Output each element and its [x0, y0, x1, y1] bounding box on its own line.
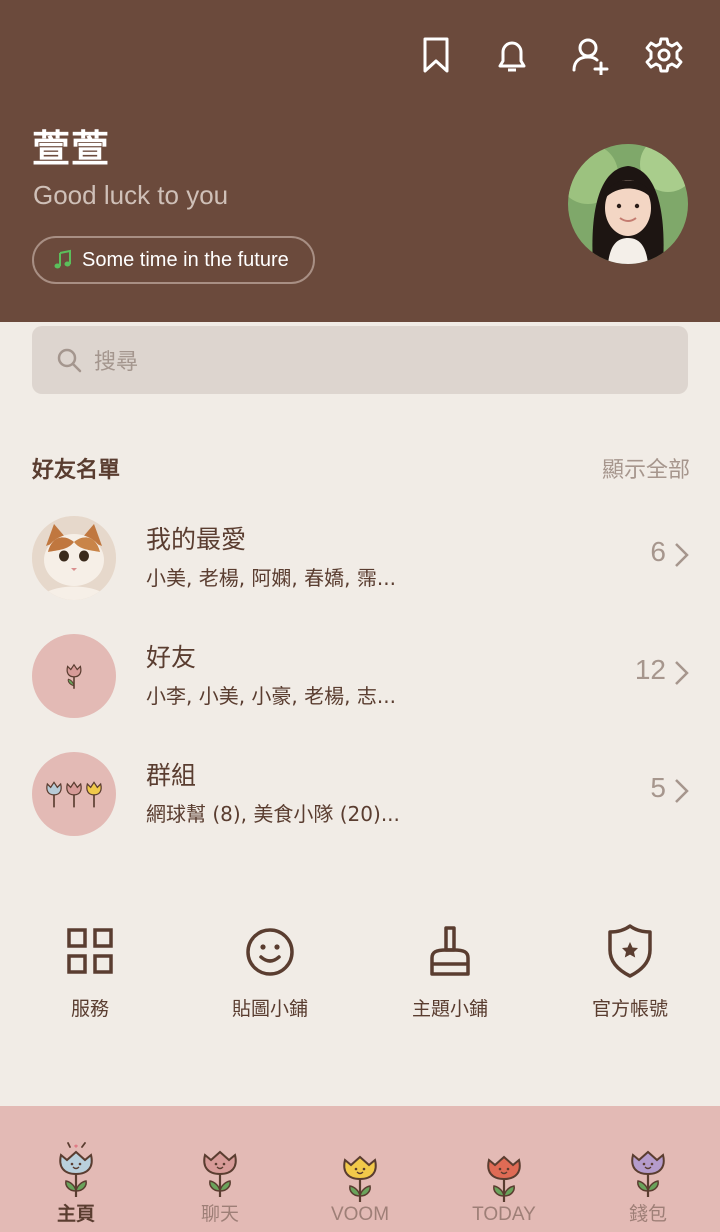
theme-shop-button[interactable]: 主題小鋪: [360, 920, 540, 1040]
quick-menu: 服務 貼圖小鋪 主題小鋪 官方帳號: [0, 920, 720, 1040]
profile-music-button[interactable]: Some time in the future: [32, 236, 315, 284]
tab-today-label: TODAY: [472, 1204, 536, 1225]
chevron-right-icon: [675, 661, 689, 685]
smiley-icon: [246, 928, 294, 976]
chevron-right-icon: [675, 779, 689, 803]
search-bar[interactable]: 搜尋: [32, 326, 688, 394]
row-count: 5: [650, 772, 666, 803]
theme-shop-label: 主題小鋪: [411, 998, 488, 1020]
row-subtitle: 網球幫 (8), 美食小隊 (20)...: [146, 802, 400, 826]
friends-row[interactable]: 好友 小李, 小美, 小豪, 老楊, 志... 12: [0, 626, 720, 726]
music-title: Some time in the future: [82, 248, 289, 271]
friends-section-title: 好友名單: [32, 458, 121, 483]
tulip-purple-icon: [631, 1150, 665, 1197]
tab-wallet-label: 錢包: [628, 1204, 667, 1225]
tab-voom[interactable]: VOOM: [288, 1106, 432, 1232]
tulip-yellow-icon: [343, 1155, 377, 1202]
chevron-right-icon: [675, 543, 689, 567]
row-title: 好友: [146, 643, 197, 672]
shield-star-icon: [608, 924, 652, 978]
tab-home-label: 主頁: [56, 1204, 95, 1225]
tulip-pink-icon: [203, 1150, 237, 1197]
bookmark-icon[interactable]: [414, 33, 458, 77]
music-note-icon: [54, 249, 71, 269]
settings-icon[interactable]: [642, 33, 686, 77]
add-friend-icon[interactable]: [568, 33, 612, 77]
profile-name[interactable]: 萱萱: [32, 118, 110, 173]
row-subtitle: 小李, 小美, 小豪, 老楊, 志...: [146, 684, 396, 708]
sticker-shop-button[interactable]: 貼圖小鋪: [180, 920, 360, 1040]
show-all-link[interactable]: 顯示全部: [602, 452, 690, 484]
tab-voom-label: VOOM: [330, 1204, 390, 1225]
tab-wallet[interactable]: 錢包: [576, 1106, 720, 1232]
profile-header: 萱萱 Good luck to you Some time in the fut…: [0, 0, 720, 322]
bottom-nav: 主頁 聊天 VOOM TODAY 錢包: [0, 1106, 720, 1232]
row-subtitle: 小美, 老楊, 阿嫻, 春嬌, 霈...: [146, 566, 396, 590]
row-count: 6: [650, 536, 666, 567]
cat-avatar: [32, 516, 116, 600]
brush-icon: [430, 926, 470, 976]
tulip-avatar: [32, 634, 116, 718]
bell-icon[interactable]: [490, 33, 534, 77]
tulip-red-icon: [487, 1155, 521, 1202]
search-placeholder: 搜尋: [94, 350, 139, 375]
tulip-blue-icon: [59, 1142, 93, 1197]
grid-icon: [67, 928, 113, 974]
tab-chat[interactable]: 聊天: [148, 1106, 292, 1232]
row-title: 群組: [146, 761, 197, 790]
official-accounts-label: 官方帳號: [591, 998, 668, 1020]
services-button[interactable]: 服務: [0, 920, 180, 1040]
official-accounts-button[interactable]: 官方帳號: [540, 920, 720, 1040]
sticker-shop-label: 貼圖小鋪: [231, 998, 308, 1020]
three-tulips-avatar: [32, 752, 116, 836]
tab-home[interactable]: 主頁: [4, 1106, 148, 1232]
favorites-row[interactable]: 我的最愛 小美, 老楊, 阿嫻, 春嬌, 霈... 6: [0, 508, 720, 608]
search-icon: [57, 348, 82, 373]
tab-today[interactable]: TODAY: [432, 1106, 576, 1232]
services-label: 服務: [70, 998, 109, 1020]
tab-chat-label: 聊天: [200, 1204, 239, 1225]
row-title: 我的最愛: [146, 525, 247, 554]
status-message[interactable]: Good luck to you: [33, 180, 228, 211]
groups-row[interactable]: 群組 網球幫 (8), 美食小隊 (20)... 5: [0, 744, 720, 844]
row-count: 12: [634, 654, 666, 685]
profile-avatar[interactable]: [568, 144, 688, 264]
